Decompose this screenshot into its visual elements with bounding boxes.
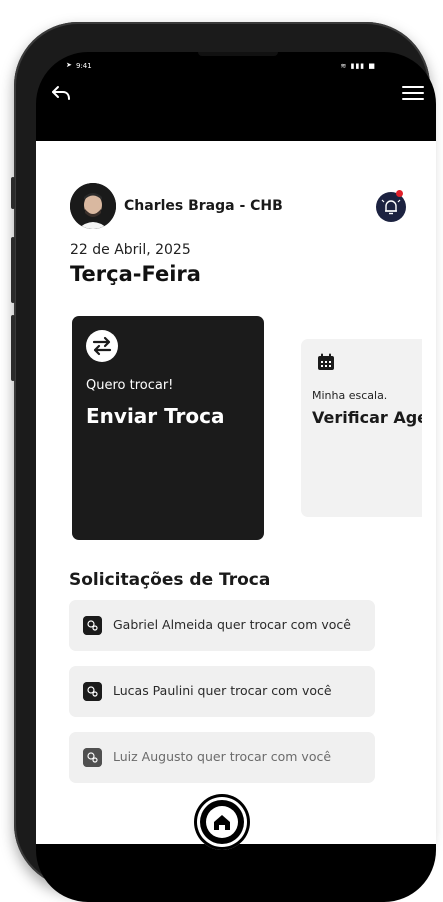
- swap-request-icon: [83, 748, 102, 767]
- home-icon: [206, 806, 238, 838]
- back-arrow-icon: [52, 86, 70, 100]
- calendar-icon: [318, 353, 334, 370]
- home-button[interactable]: [194, 794, 250, 850]
- check-schedule-subtitle: Minha escala.: [312, 389, 388, 402]
- phone-side-button: [11, 177, 15, 209]
- notch: [198, 52, 278, 56]
- avatar-photo: [70, 183, 116, 229]
- avatar[interactable]: [70, 183, 116, 229]
- swap-request-text: Gabriel Almeida quer trocar com você: [113, 617, 351, 632]
- send-swap-card[interactable]: Quero trocar! Enviar Troca: [72, 316, 264, 540]
- swap-request-item[interactable]: Luiz Augusto quer trocar com você: [69, 732, 375, 783]
- swap-request-item[interactable]: Lucas Paulini quer trocar com você: [69, 666, 375, 717]
- hamburger-menu-icon: [402, 86, 424, 88]
- send-swap-title: Enviar Troca: [86, 404, 225, 428]
- location-icon: ➤: [66, 61, 72, 69]
- swap-request-text: Luiz Augusto quer trocar com você: [113, 749, 332, 764]
- check-schedule-title: Verificar Agenda: [312, 408, 422, 427]
- swap-requests-title: Solicitações de Troca: [69, 570, 271, 590]
- user-name: Charles Braga - CHB: [124, 198, 283, 214]
- phone-volume-up: [11, 237, 15, 303]
- back-button[interactable]: [50, 84, 74, 104]
- swap-request-icon: [83, 616, 102, 635]
- phone-volume-down: [11, 315, 15, 381]
- current-weekday: Terça-Feira: [70, 262, 201, 286]
- swap-request-item[interactable]: Gabriel Almeida quer trocar com você: [69, 600, 375, 651]
- swap-arrows-icon: [86, 330, 118, 362]
- status-bar: ➤ 9:41 ≋ ▮▮▮ ■: [36, 60, 436, 76]
- current-date: 22 de Abril, 2025: [70, 242, 191, 258]
- menu-button[interactable]: [402, 86, 424, 102]
- swap-request-icon: [83, 682, 102, 701]
- notification-badge: [396, 190, 403, 197]
- bell-alarm-icon: [381, 199, 401, 215]
- swap-request-text: Lucas Paulini quer trocar com você: [113, 683, 332, 698]
- status-icons: ≋ ▮▮▮ ■: [340, 62, 376, 70]
- send-swap-subtitle: Quero trocar!: [86, 378, 174, 393]
- home-button-inner: [200, 800, 244, 844]
- status-time: 9:41: [76, 62, 92, 70]
- check-schedule-card[interactable]: Minha escala. Verificar Agenda: [301, 339, 422, 517]
- notification-button[interactable]: [376, 192, 406, 222]
